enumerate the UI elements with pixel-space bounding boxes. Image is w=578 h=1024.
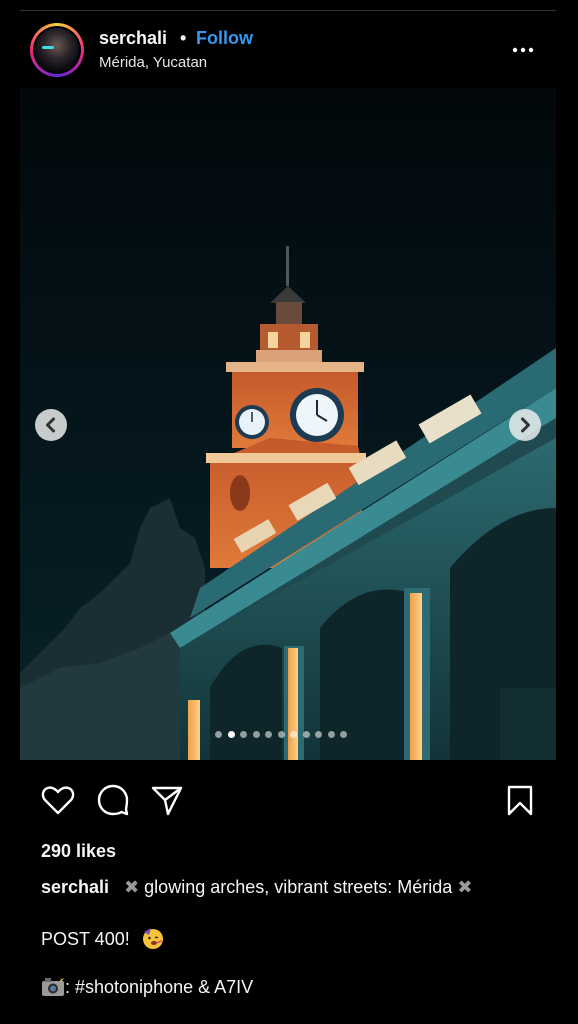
camera-flash-emoji-icon: [42, 975, 64, 996]
send-icon[interactable]: [149, 782, 185, 818]
location-link[interactable]: Mérida, Yucatan: [99, 54, 207, 71]
comment-icon[interactable]: [95, 782, 131, 818]
heart-icon[interactable]: [40, 782, 76, 818]
username-link[interactable]: serchali: [99, 28, 167, 49]
caption-post-line: POST 400!: [41, 926, 165, 950]
top-divider: [20, 10, 556, 11]
carousel-dot: [265, 731, 272, 738]
carousel-dot: [327, 731, 335, 738]
chevron-right-icon: [521, 417, 530, 433]
carousel-dot: [340, 731, 347, 738]
caption-camera-line: : #shotoniphone & A7IV: [41, 975, 253, 998]
caption-mark: ✖: [124, 877, 140, 897]
caption: serchali ✖ glowing arches, vibrant stree…: [41, 877, 472, 898]
action-bar: [20, 782, 556, 822]
carousel-next-button[interactable]: [509, 409, 541, 441]
carousel-dot: [240, 731, 247, 738]
separator-dot: •: [180, 28, 187, 48]
carousel-dot: [315, 731, 322, 738]
carousel-indicator: [215, 731, 365, 739]
likes-count[interactable]: 290 likes: [41, 841, 116, 862]
party-face-emoji-icon: [142, 928, 163, 949]
bookmark-icon[interactable]: [502, 782, 538, 818]
carousel-dot: [290, 731, 297, 738]
carousel-dot: [215, 731, 222, 738]
caption-mark-end: ✖: [457, 877, 473, 897]
clock-tower-illustration: [20, 246, 556, 760]
follow-button[interactable]: Follow: [196, 28, 253, 49]
post-photo[interactable]: [20, 88, 556, 760]
carousel-dot: [252, 731, 260, 738]
carousel-dot: [277, 731, 285, 738]
carousel-dot: [227, 731, 235, 738]
carousel-dot: [302, 731, 310, 738]
caption-username[interactable]: serchali: [41, 877, 109, 897]
post-header: serchali • Follow Mérida, Yucatan: [20, 20, 556, 84]
avatar[interactable]: [30, 23, 84, 77]
chevron-left-icon: [46, 417, 55, 433]
carousel-prev-button[interactable]: [35, 409, 67, 441]
more-options-icon[interactable]: [509, 40, 539, 60]
caption-text: glowing arches, vibrant streets: Mérida: [144, 877, 453, 897]
